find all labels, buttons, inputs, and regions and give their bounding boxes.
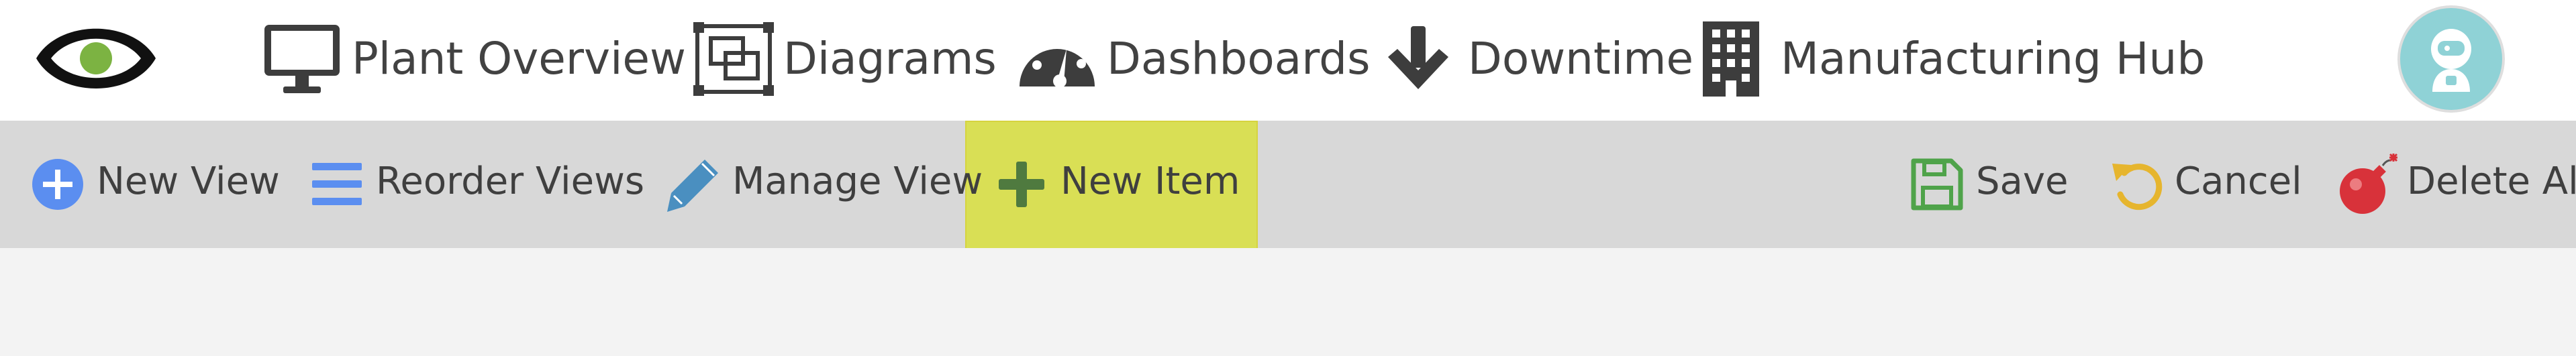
top-navigation-bar: Plant Overview Diagrams Dashboards Downt…: [0, 0, 2576, 121]
new-view-button[interactable]: New View: [26, 121, 280, 248]
arrow-down-icon: [1378, 19, 1458, 99]
nav-plant-overview[interactable]: Plant Overview: [262, 19, 686, 99]
manage-view-label: Manage View: [732, 160, 983, 203]
monitor-icon: [262, 19, 342, 99]
astronaut-avatar-icon: [2431, 29, 2471, 92]
delete-all-label: Delete All: [2407, 160, 2576, 203]
new-view-label: New View: [97, 160, 280, 203]
save-label: Save: [1976, 160, 2069, 203]
new-item-label: New Item: [1060, 160, 1240, 203]
content-area: [0, 248, 2576, 356]
reorder-views-label: Reorder Views: [376, 160, 645, 203]
diagram-frames-icon: [693, 19, 774, 99]
nav-label-diagrams: Diagrams: [783, 33, 997, 84]
reorder-views-button[interactable]: Reorder Views: [305, 121, 644, 248]
nav-dashboards[interactable]: Dashboards: [1017, 19, 1370, 99]
nav-diagrams[interactable]: Diagrams: [693, 19, 997, 99]
building-icon: [1691, 19, 1771, 99]
pencil-icon: [661, 152, 726, 217]
eye-logo-icon[interactable]: [32, 13, 160, 104]
nav-label-downtime: Downtime: [1468, 33, 1694, 84]
gauge-icon: [1017, 19, 1097, 99]
manage-view-button[interactable]: Manage View: [661, 121, 983, 248]
undo-icon: [2103, 152, 2168, 217]
delete-all-button[interactable]: Delete All: [2336, 121, 2576, 248]
edit-toolbar: New View Reorder Views Manage View New I…: [0, 121, 2576, 257]
cancel-button[interactable]: Cancel: [2103, 121, 2302, 248]
nav-label-dashboards: Dashboards: [1107, 33, 1371, 84]
nav-label-manufacturing-hub: Manufacturing Hub: [1781, 33, 2206, 84]
plus-icon: [989, 152, 1054, 217]
bomb-icon: [2336, 152, 2400, 217]
cancel-label: Cancel: [2175, 160, 2302, 203]
nav-label-plant-overview: Plant Overview: [352, 33, 686, 84]
nav-downtime[interactable]: Downtime: [1378, 19, 1693, 99]
save-button[interactable]: Save: [1905, 121, 2068, 248]
hamburger-lines-icon: [305, 152, 369, 217]
new-item-button[interactable]: New Item: [989, 121, 1240, 248]
user-avatar[interactable]: [2397, 5, 2505, 113]
plus-circle-icon: [26, 152, 90, 217]
floppy-disk-icon: [1905, 152, 1969, 217]
nav-manufacturing-hub[interactable]: Manufacturing Hub: [1691, 19, 2205, 99]
